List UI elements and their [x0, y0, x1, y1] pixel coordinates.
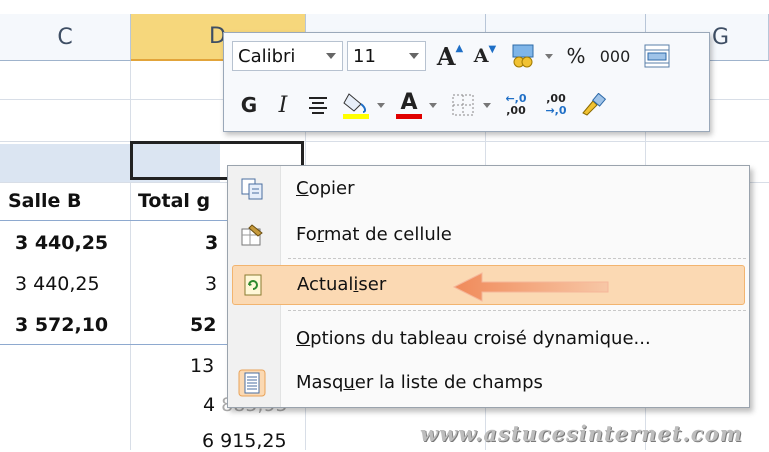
font-size-value: 11	[353, 45, 376, 67]
chevron-down-icon	[377, 102, 385, 108]
format-painter-icon	[582, 93, 607, 116]
pivot-col-label[interactable]: Salle B	[8, 190, 82, 212]
menu-item-options-tableau[interactable]: Options du tableau croisé dynamique...	[232, 320, 745, 360]
accounting-format-button[interactable]	[506, 39, 540, 73]
chevron-down-icon	[429, 102, 437, 108]
percent-style-button[interactable]: %	[561, 39, 591, 73]
font-color-swatch	[396, 113, 422, 119]
shrink-font-button[interactable]: A ▼	[470, 39, 500, 73]
total-cell[interactable]: 3	[205, 273, 217, 295]
menu-item-label: Options du tableau croisé dynamique...	[296, 328, 651, 349]
grow-font-button[interactable]: A ▲	[434, 39, 466, 73]
menu-item-label: Actualiser	[297, 274, 387, 295]
borders-button[interactable]	[448, 87, 478, 123]
field-list-icon	[238, 369, 266, 397]
column-header-c[interactable]: C	[0, 14, 131, 61]
font-name-combo[interactable]: Calibri	[232, 41, 343, 71]
menu-item-copier[interactable]: Copier	[232, 170, 745, 210]
menu-separator	[288, 310, 746, 311]
increase-decimal-button[interactable]: ←,0,00	[498, 87, 534, 123]
bold-button[interactable]: G	[234, 87, 264, 123]
menu-item-label: Copier	[296, 178, 355, 199]
grid-line	[130, 61, 131, 450]
pivot-value-cell[interactable]: 3 440,25	[15, 232, 108, 254]
align-center-icon	[309, 97, 327, 114]
menu-item-label: Format de cellule	[296, 224, 452, 245]
fill-color-dropdown[interactable]	[374, 87, 388, 123]
font-color-button[interactable]: A	[392, 87, 426, 123]
fill-color-icon	[343, 93, 369, 119]
copy-icon	[241, 178, 263, 200]
pivot-col-label[interactable]: Total g	[138, 190, 210, 212]
watermark: www.astucesinternet.com	[420, 421, 743, 446]
chevron-down-icon[interactable]	[409, 53, 419, 59]
menu-item-masquer-liste[interactable]: Masquer la liste de champs	[232, 364, 745, 404]
total-cell[interactable]: 52	[190, 314, 216, 336]
pivot-value-cell[interactable]: 3 572,10	[15, 314, 108, 336]
refresh-icon	[244, 274, 262, 296]
total-cell[interactable]: 6 915,25	[202, 430, 287, 452]
chevron-down-icon	[545, 53, 553, 59]
total-cell[interactable]: 13	[190, 355, 214, 377]
center-align-button[interactable]	[302, 87, 334, 123]
format-cells-icon	[241, 224, 263, 246]
ribbon-edge	[0, 0, 769, 15]
format-painter-button[interactable]	[576, 87, 610, 123]
total-cell[interactable]: 3	[205, 232, 218, 254]
mini-toolbar: Calibri 11 A ▲ A ▼ % 000 G I A ←,0,00 ,00 →…	[223, 32, 710, 132]
menu-separator	[288, 258, 746, 259]
pointer-arrow-icon	[452, 272, 609, 302]
decrease-decimal-button[interactable]: ,00 →,0	[538, 87, 574, 123]
menu-item-format-de-cellule[interactable]: Format de cellule	[232, 216, 745, 256]
fill-color-button[interactable]	[338, 87, 374, 123]
pivot-rule	[0, 220, 230, 221]
pivot-value-cell[interactable]: 3 440,25	[15, 273, 100, 295]
font-size-combo[interactable]: 11	[347, 41, 426, 71]
font-color-dropdown[interactable]	[426, 87, 440, 123]
chevron-down-icon	[483, 102, 491, 108]
font-name-value: Calibri	[238, 45, 296, 67]
column-letter: G	[712, 24, 730, 50]
column-letter: C	[57, 24, 73, 50]
grid-line	[0, 141, 769, 142]
accounting-format-icon	[512, 44, 534, 68]
menu-item-label: Masquer la liste de champs	[296, 372, 543, 393]
merge-center-icon	[644, 44, 670, 68]
pivot-rule	[0, 344, 230, 345]
borders-icon	[452, 94, 474, 116]
chevron-down-icon[interactable]	[326, 53, 336, 59]
thousands-separator-button[interactable]: 000	[594, 39, 636, 73]
accounting-dropdown[interactable]	[542, 39, 556, 73]
borders-dropdown[interactable]	[480, 87, 494, 123]
italic-button[interactable]: I	[268, 87, 298, 123]
merge-center-button[interactable]	[640, 39, 674, 73]
